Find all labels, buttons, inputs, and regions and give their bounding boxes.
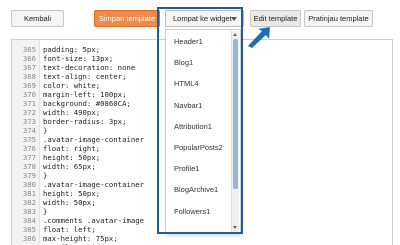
code-text: } — [43, 126, 48, 135]
callout-arrow-icon — [248, 27, 270, 48]
line-number: 384 — [22, 216, 36, 225]
code-text: border-radius: 3px; — [43, 117, 127, 126]
code-text: width: 50px; — [43, 198, 96, 207]
line-number: 368 — [22, 72, 36, 81]
code-text: background: #0860CA; — [43, 99, 131, 108]
line-number: 376 — [22, 144, 36, 153]
code-text: height: 50px; — [43, 153, 101, 162]
code-text: padding: 5px; — [43, 45, 101, 54]
line-number: 371 — [22, 99, 36, 108]
line-number: 377 — [22, 153, 36, 162]
back-button[interactable]: Kembali — [11, 10, 64, 27]
code-text: .avatar-image-container — [43, 135, 145, 144]
line-number: 378 — [22, 162, 36, 171]
code-text: .comments .avatar-image — [43, 216, 145, 225]
line-number: 382 — [22, 198, 36, 207]
code-text: width: 490px; — [43, 108, 101, 117]
code-text: float: left; — [43, 225, 96, 234]
code-text: text-align: center; — [43, 72, 127, 81]
save-template-button[interactable]: Simpan template — [94, 10, 160, 27]
preview-template-button[interactable]: Pratinjau template — [304, 10, 373, 27]
edit-template-button[interactable]: Edit template — [250, 10, 301, 27]
line-number: 374 — [22, 126, 36, 135]
highlight-box — [157, 7, 243, 234]
line-number: 370 — [22, 90, 36, 99]
code-text: margin-left: 100px; — [43, 90, 127, 99]
line-number: 373 — [22, 117, 36, 126]
line-number: 379 — [22, 171, 36, 180]
line-number: 380 — [22, 180, 36, 189]
line-number: 372 — [22, 108, 36, 117]
code-line: 386 max-height: 75px; — [12, 234, 392, 243]
code-text: color: white; — [43, 81, 101, 90]
line-number: 375 — [22, 135, 36, 144]
code-text: max-height: 75px; — [43, 234, 118, 243]
line-number: 366 — [22, 54, 36, 63]
line-number: 365 — [22, 45, 36, 54]
code-text: float: right; — [43, 144, 101, 153]
line-number: 381 — [22, 189, 36, 198]
code-text: text-decoration: none — [43, 63, 136, 72]
line-number: 383 — [22, 207, 36, 216]
line-number: 385 — [22, 225, 36, 234]
line-number: 367 — [22, 63, 36, 72]
code-text: } — [43, 207, 48, 216]
line-number: 386 — [22, 234, 36, 243]
code-text: height: 50px; — [43, 189, 101, 198]
code-text: .avatar-image-container — [43, 180, 145, 189]
line-number: 369 — [22, 81, 36, 90]
code-text: } — [43, 171, 48, 180]
code-text: width: 65px; — [43, 162, 96, 171]
code-text: font-size: 13px; — [43, 54, 114, 63]
